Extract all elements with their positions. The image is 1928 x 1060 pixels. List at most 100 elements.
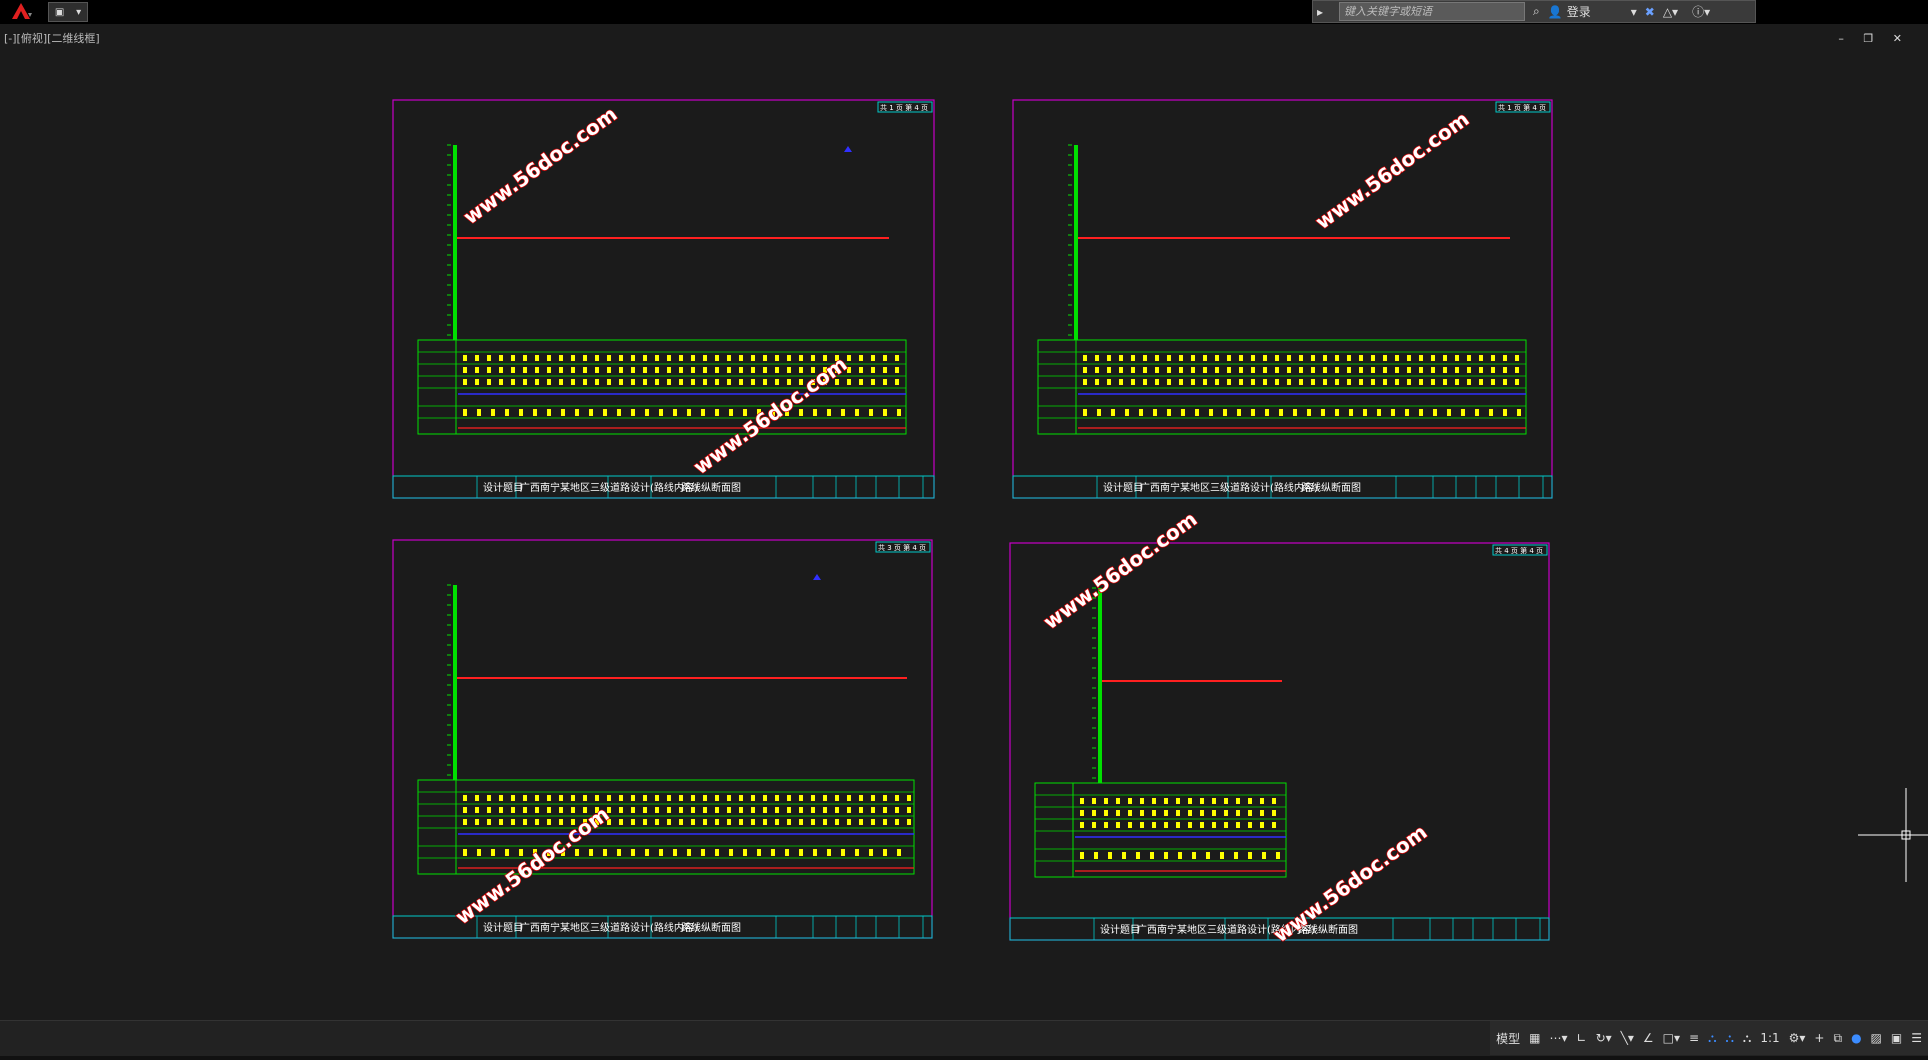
table-value-mark [1455,367,1459,373]
station-mark [1419,409,1423,416]
table-value-mark [883,807,887,813]
table-value-mark [847,807,851,813]
table-value-mark [1443,355,1447,361]
table-value-mark [1455,379,1459,385]
station-mark [1251,409,1255,416]
table-value-mark [691,379,695,385]
table-value-mark [811,807,815,813]
station-mark [477,849,481,856]
table-value-mark [1188,822,1192,828]
table-value-mark [1371,379,1375,385]
model-space-button[interactable]: 模型 [1496,1030,1520,1047]
snap-icon[interactable]: ⋯▾ [1549,1031,1567,1045]
auto-scale-icon[interactable]: ⛬ [1726,1031,1734,1046]
station-mark [855,409,859,416]
hardware-accel-icon[interactable]: ▨ [1871,1031,1882,1045]
drawing-canvas[interactable]: 共 1 页 第 4 页设计题目广西南宁某地区三级道路设计(路线内容)路线纵断面图… [0,0,1928,1020]
watermark-text: www.56doc.com [1311,107,1474,234]
table-value-mark [655,355,659,361]
table-value-mark [727,379,731,385]
ortho-icon[interactable]: ∟ [1577,1031,1587,1045]
table-value-mark [595,367,599,373]
table-value-mark [1155,379,1159,385]
table-value-mark [679,807,683,813]
station-mark [1192,852,1196,859]
polar-icon[interactable]: ↻▾ [1596,1031,1612,1045]
table-value-mark [1227,379,1231,385]
plus-icon[interactable]: + [1814,1031,1824,1045]
station-mark [1111,409,1115,416]
station-mark [1475,409,1479,416]
table-value-mark [751,367,755,373]
station-mark [1108,852,1112,859]
table-value-mark [1503,355,1507,361]
table-value-mark [799,819,803,825]
table-value-mark [463,367,467,373]
station-mark [575,849,579,856]
table-value-mark [607,795,611,801]
isodraft-icon[interactable]: ╲▾ [1621,1031,1634,1045]
station-mark [785,849,789,856]
table-value-mark [703,355,707,361]
table-value-mark [487,355,491,361]
table-value-mark [1383,355,1387,361]
station-mark [659,849,663,856]
table-value-mark [655,367,659,373]
table-value-mark [679,819,683,825]
table-value-mark [571,379,575,385]
table-value-mark [1236,810,1240,816]
station-mark [1150,852,1154,859]
station-mark [1461,409,1465,416]
station-mark [743,849,747,856]
table-value-mark [1188,798,1192,804]
table-value-mark [763,379,767,385]
table-value-mark [1236,798,1240,804]
osnap-icon[interactable]: □▾ [1663,1031,1680,1045]
annotation-scale-icon[interactable]: ⛬ [1743,1031,1751,1046]
table-value-mark [739,795,743,801]
table-value-mark [523,367,527,373]
station-mark [575,409,579,416]
page-label: 共 4 页 第 4 页 [1495,546,1543,555]
table-value-mark [715,819,719,825]
gear-icon[interactable]: ⚙▾ [1789,1031,1806,1045]
table-value-mark [1104,798,1108,804]
clean-screen-icon[interactable]: ▣ [1891,1031,1902,1045]
table-value-mark [1239,355,1243,361]
table-value-mark [595,795,599,801]
station-mark [883,849,887,856]
table-value-mark [655,807,659,813]
grid-icon[interactable]: ▦ [1529,1031,1540,1045]
table-value-mark [763,819,767,825]
drawing-sheet-1: 共 1 页 第 4 页设计题目广西南宁某地区三级道路设计(路线内容)路线纵断面图… [392,99,935,499]
table-value-mark [739,379,743,385]
annotation-visibility-icon[interactable]: ⛬ [1708,1031,1716,1046]
table-value-mark [871,355,875,361]
title-label: 设计题目 [1103,481,1143,494]
page-label: 共 1 页 第 4 页 [1498,103,1546,112]
table-value-mark [907,819,911,825]
table-value-mark [1263,379,1267,385]
object-track-icon[interactable]: ∠ [1643,1031,1654,1045]
table-value-mark [619,819,623,825]
station-mark [519,409,523,416]
station-mark [869,849,873,856]
scale-dropdown[interactable]: 1:1 [1760,1031,1779,1045]
units-icon[interactable]: ⧉ [1833,1031,1842,1046]
lineweight-icon[interactable]: ≡ [1689,1031,1699,1045]
table-value-mark [679,795,683,801]
station-mark [757,849,761,856]
table-value-mark [691,807,695,813]
customize-icon[interactable]: ☰ [1911,1031,1922,1045]
table-value-mark [1203,379,1207,385]
isolate-icon[interactable]: ● [1851,1031,1861,1045]
table-value-mark [1176,810,1180,816]
table-value-mark [835,807,839,813]
table-value-mark [1431,379,1435,385]
table-value-mark [511,355,515,361]
table-value-mark [607,367,611,373]
table-value-mark [1275,379,1279,385]
table-value-mark [739,367,743,373]
station-mark [701,409,705,416]
table-value-mark [1359,367,1363,373]
